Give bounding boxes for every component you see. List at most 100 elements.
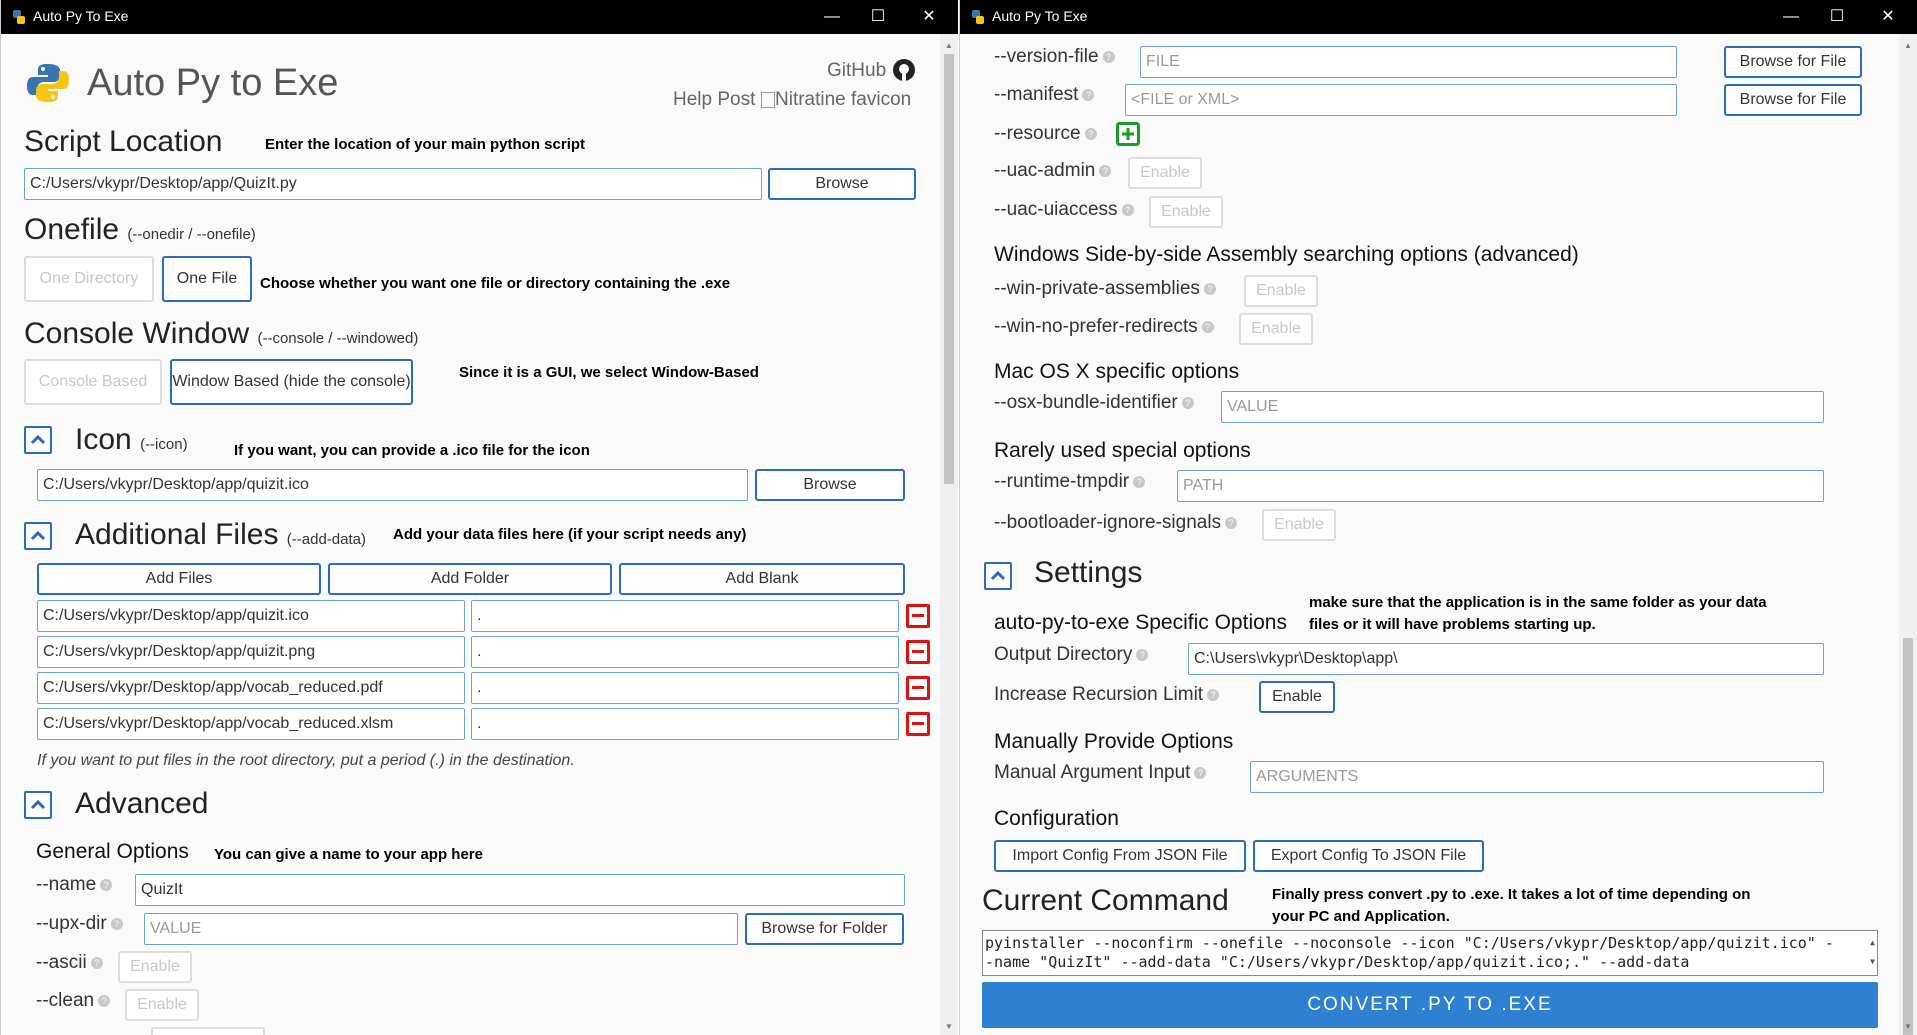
manifest-input[interactable]: <FILE or XML> xyxy=(1125,84,1677,116)
data-source-input[interactable]: C:/Users/vkypr/Desktop/app/vocab_reduced… xyxy=(37,708,465,740)
minimize-button[interactable]: — xyxy=(809,0,855,34)
help-icon[interactable]: ? xyxy=(100,878,113,891)
win-private-enable-button[interactable]: Enable xyxy=(1244,275,1318,307)
remove-row-icon[interactable] xyxy=(906,640,930,664)
github-icon[interactable] xyxy=(892,58,916,82)
help-icon[interactable]: ? xyxy=(1084,127,1097,140)
uac-uiaccess-enable-button[interactable]: Enable xyxy=(1149,196,1223,228)
scroll-up-arrow-icon[interactable]: ▲ xyxy=(1899,38,1917,54)
data-source-input[interactable]: C:/Users/vkypr/Desktop/app/quizit.png xyxy=(37,636,465,668)
help-icon[interactable]: ? xyxy=(1082,88,1095,101)
textarea-scroll-icon[interactable]: ▲ ▼ xyxy=(1870,933,1875,971)
version-file-input[interactable]: FILE xyxy=(1140,46,1677,78)
remove-row-icon[interactable] xyxy=(906,604,930,628)
win-no-prefer-enable-button[interactable]: Enable xyxy=(1239,313,1313,345)
vertical-scrollbar[interactable]: ▲ ▼ xyxy=(1899,34,1917,1035)
next-option-button[interactable] xyxy=(151,1027,265,1035)
add-folder-button[interactable]: Add Folder xyxy=(328,563,612,595)
icon-collapse-toggle[interactable] xyxy=(24,426,52,454)
onefile-title: Onefile xyxy=(24,213,120,246)
scroll-down-arrow-icon[interactable]: ▼ xyxy=(940,1019,958,1035)
one-file-button[interactable]: One File xyxy=(162,256,252,302)
command-line: pyinstaller --noconfirm --onefile --noco… xyxy=(985,934,1834,952)
data-destination-input[interactable]: . xyxy=(471,672,899,704)
close-button[interactable]: ✕ xyxy=(906,0,952,34)
output-directory-input[interactable]: C:\Users\vkypr\Desktop\app\ xyxy=(1188,643,1824,675)
add-resource-icon[interactable] xyxy=(1116,122,1140,146)
window-based-button[interactable]: Window Based (hide the console) xyxy=(170,359,413,405)
one-directory-button[interactable]: One Directory xyxy=(24,256,154,302)
convert-button[interactable]: CONVERT .PY TO .EXE xyxy=(982,982,1878,1028)
help-icon[interactable]: ? xyxy=(1181,396,1194,409)
maximize-button[interactable]: ☐ xyxy=(855,0,901,34)
scroll-down-arrow-icon[interactable]: ▼ xyxy=(1899,1019,1917,1035)
version-file-browse-button[interactable]: Browse for File xyxy=(1724,46,1862,78)
import-config-button[interactable]: Import Config From JSON File xyxy=(994,840,1246,872)
upx-browse-folder-button[interactable]: Browse for Folder xyxy=(745,913,904,945)
help-icon[interactable]: ? xyxy=(1136,648,1149,661)
icon-browse-button[interactable]: Browse xyxy=(755,469,905,501)
help-icon[interactable]: ? xyxy=(98,994,111,1007)
help-icon[interactable]: ? xyxy=(90,956,103,969)
help-icon[interactable]: ? xyxy=(1194,766,1207,779)
current-command-annotation: Finally press convert .py to .exe. It ta… xyxy=(1272,886,1751,925)
ascii-option-label: --ascii? xyxy=(36,952,103,974)
onefile-annotation: Choose whether you want one file or dire… xyxy=(260,275,731,292)
advanced-collapse-toggle[interactable] xyxy=(24,791,52,819)
additional-files-collapse-toggle[interactable] xyxy=(24,522,52,550)
data-destination-input[interactable]: . xyxy=(471,708,899,740)
add-files-button[interactable]: Add Files xyxy=(37,563,321,595)
add-blank-button[interactable]: Add Blank xyxy=(619,563,905,595)
minimize-button[interactable]: — xyxy=(1768,0,1814,34)
maximize-button[interactable]: ☐ xyxy=(1814,0,1860,34)
vertical-scrollbar[interactable]: ▲ ▼ xyxy=(940,34,958,1035)
help-icon[interactable]: ? xyxy=(1121,203,1134,216)
nitratine-favicon-image[interactable]: Nitratine favicon xyxy=(761,89,911,111)
help-post-link[interactable]: Help Post xyxy=(673,89,755,111)
data-source-input[interactable]: C:/Users/vkypr/Desktop/app/vocab_reduced… xyxy=(37,672,465,704)
bootloader-enable-button[interactable]: Enable xyxy=(1262,509,1336,541)
scroll-up-arrow-icon[interactable]: ▲ xyxy=(940,38,958,54)
recursion-enable-button[interactable]: Enable xyxy=(1259,681,1335,713)
data-destination-input[interactable]: . xyxy=(471,636,899,668)
help-icon[interactable]: ? xyxy=(1207,688,1220,701)
data-destination-input[interactable]: . xyxy=(471,600,899,632)
help-icon[interactable]: ? xyxy=(1225,516,1238,529)
clean-enable-button[interactable]: Enable xyxy=(125,989,199,1021)
close-button[interactable]: ✕ xyxy=(1865,0,1911,34)
help-icon[interactable]: ? xyxy=(1203,282,1216,295)
scrollbar-thumb[interactable] xyxy=(944,54,954,484)
runtime-label-text: --runtime-tmpdir xyxy=(994,471,1130,492)
scrollbar-thumb[interactable] xyxy=(1903,638,1913,1035)
help-icon[interactable]: ? xyxy=(1201,320,1214,333)
script-browse-button[interactable]: Browse xyxy=(768,168,916,200)
onefile-heading: Onefile (--onedir / --onefile) xyxy=(24,213,256,247)
data-source-input[interactable]: C:/Users/vkypr/Desktop/app/quizit.ico xyxy=(37,600,465,632)
runtime-tmpdir-input[interactable]: PATH xyxy=(1177,470,1824,502)
manual-label-text: Manual Argument Input xyxy=(994,762,1191,783)
icon-path-input[interactable]: C:/Users/vkypr/Desktop/app/quizit.ico xyxy=(37,469,748,501)
settings-heading: Settings xyxy=(1034,556,1143,589)
remove-row-icon[interactable] xyxy=(906,712,930,736)
export-config-button[interactable]: Export Config To JSON File xyxy=(1253,840,1484,872)
manual-argument-input[interactable]: ARGUMENTS xyxy=(1250,761,1824,793)
script-location-annotation: Enter the location of your main python s… xyxy=(265,136,586,153)
help-icon[interactable]: ? xyxy=(1133,475,1146,488)
upx-dir-input[interactable]: VALUE xyxy=(144,913,738,945)
name-input[interactable]: QuizIt xyxy=(135,874,905,906)
script-path-input[interactable]: C:/Users/vkypr/Desktop/app/QuizIt.py xyxy=(24,168,762,200)
github-link[interactable]: GitHub xyxy=(827,60,886,82)
current-command-textarea[interactable]: pyinstaller --noconfirm --onefile --noco… xyxy=(982,930,1878,976)
remove-row-icon[interactable] xyxy=(906,676,930,700)
osx-bundle-identifier-input[interactable]: VALUE xyxy=(1221,391,1824,423)
help-icon[interactable]: ? xyxy=(1102,50,1115,63)
help-icon[interactable]: ? xyxy=(1099,164,1112,177)
win-no-prefer-redirects-option-label: --win-no-prefer-redirects? xyxy=(994,316,1214,338)
uac-admin-enable-button[interactable]: Enable xyxy=(1128,157,1202,189)
settings-annotation: make sure that the application is in the… xyxy=(1309,594,1767,633)
help-icon[interactable]: ? xyxy=(110,917,123,930)
settings-collapse-toggle[interactable] xyxy=(984,562,1012,590)
ascii-enable-button[interactable]: Enable xyxy=(118,951,192,983)
console-based-button[interactable]: Console Based xyxy=(24,359,162,405)
manifest-browse-button[interactable]: Browse for File xyxy=(1724,84,1862,116)
